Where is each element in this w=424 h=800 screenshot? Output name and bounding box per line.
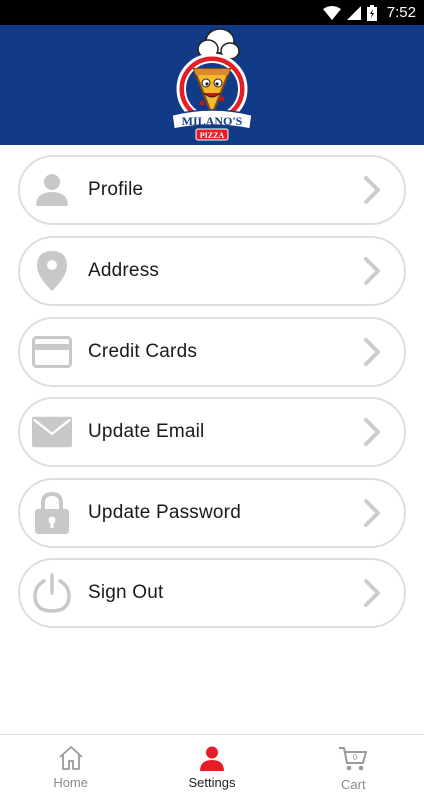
tab-home-label: Home: [53, 775, 88, 790]
cell-signal-icon: [346, 5, 361, 20]
person-icon: [199, 746, 224, 771]
menu-item-update-password[interactable]: Update Password: [18, 478, 406, 548]
home-icon: [59, 746, 83, 770]
menu-item-address[interactable]: Address: [18, 236, 406, 306]
tab-settings[interactable]: Settings: [141, 735, 282, 800]
cart-icon: 0: [339, 747, 368, 771]
bottom-nav: Home Settings 0 Cart: [0, 734, 424, 800]
power-icon: [32, 573, 72, 613]
envelope-icon: [32, 412, 72, 452]
tab-cart-label: Cart: [341, 777, 366, 792]
menu-item-profile[interactable]: Profile: [18, 155, 406, 225]
logo-text-bottom: PIZZA: [200, 131, 225, 140]
cart-badge: 0: [353, 753, 358, 762]
chevron-right-icon: [364, 176, 380, 204]
menu-item-label: Address: [88, 260, 160, 281]
logo-text-top: MILANO'S: [182, 114, 243, 128]
milanos-pizza-logo: MILANO'S PIZZA: [171, 28, 253, 141]
credit-card-icon: [32, 332, 72, 372]
chevron-right-icon: [364, 579, 380, 607]
menu-item-label: Update Password: [88, 502, 241, 523]
chevron-right-icon: [364, 418, 380, 446]
wifi-icon: [322, 5, 341, 20]
location-pin-icon: [32, 251, 72, 291]
chevron-right-icon: [364, 338, 380, 366]
chevron-right-icon: [364, 257, 380, 285]
menu-item-update-email[interactable]: Update Email: [18, 397, 406, 467]
menu-item-label: Sign Out: [88, 582, 164, 603]
tab-cart[interactable]: 0 Cart: [283, 735, 424, 800]
menu-item-label: Credit Cards: [88, 341, 198, 362]
status-bar: 7:52: [0, 0, 424, 25]
battery-icon: [366, 4, 377, 21]
clock: 7:52: [386, 4, 416, 21]
tab-home[interactable]: Home: [0, 735, 141, 800]
menu-item-sign-out[interactable]: Sign Out: [18, 558, 406, 628]
menu-item-label: Update Email: [88, 421, 205, 442]
chevron-right-icon: [364, 499, 380, 527]
person-icon: [32, 170, 72, 210]
menu-item-credit-cards[interactable]: Credit Cards: [18, 317, 406, 387]
lock-icon: [32, 492, 72, 534]
app-header: MILANO'S PIZZA: [0, 25, 424, 145]
tab-settings-label: Settings: [188, 775, 236, 790]
menu-item-label: Profile: [88, 179, 144, 200]
